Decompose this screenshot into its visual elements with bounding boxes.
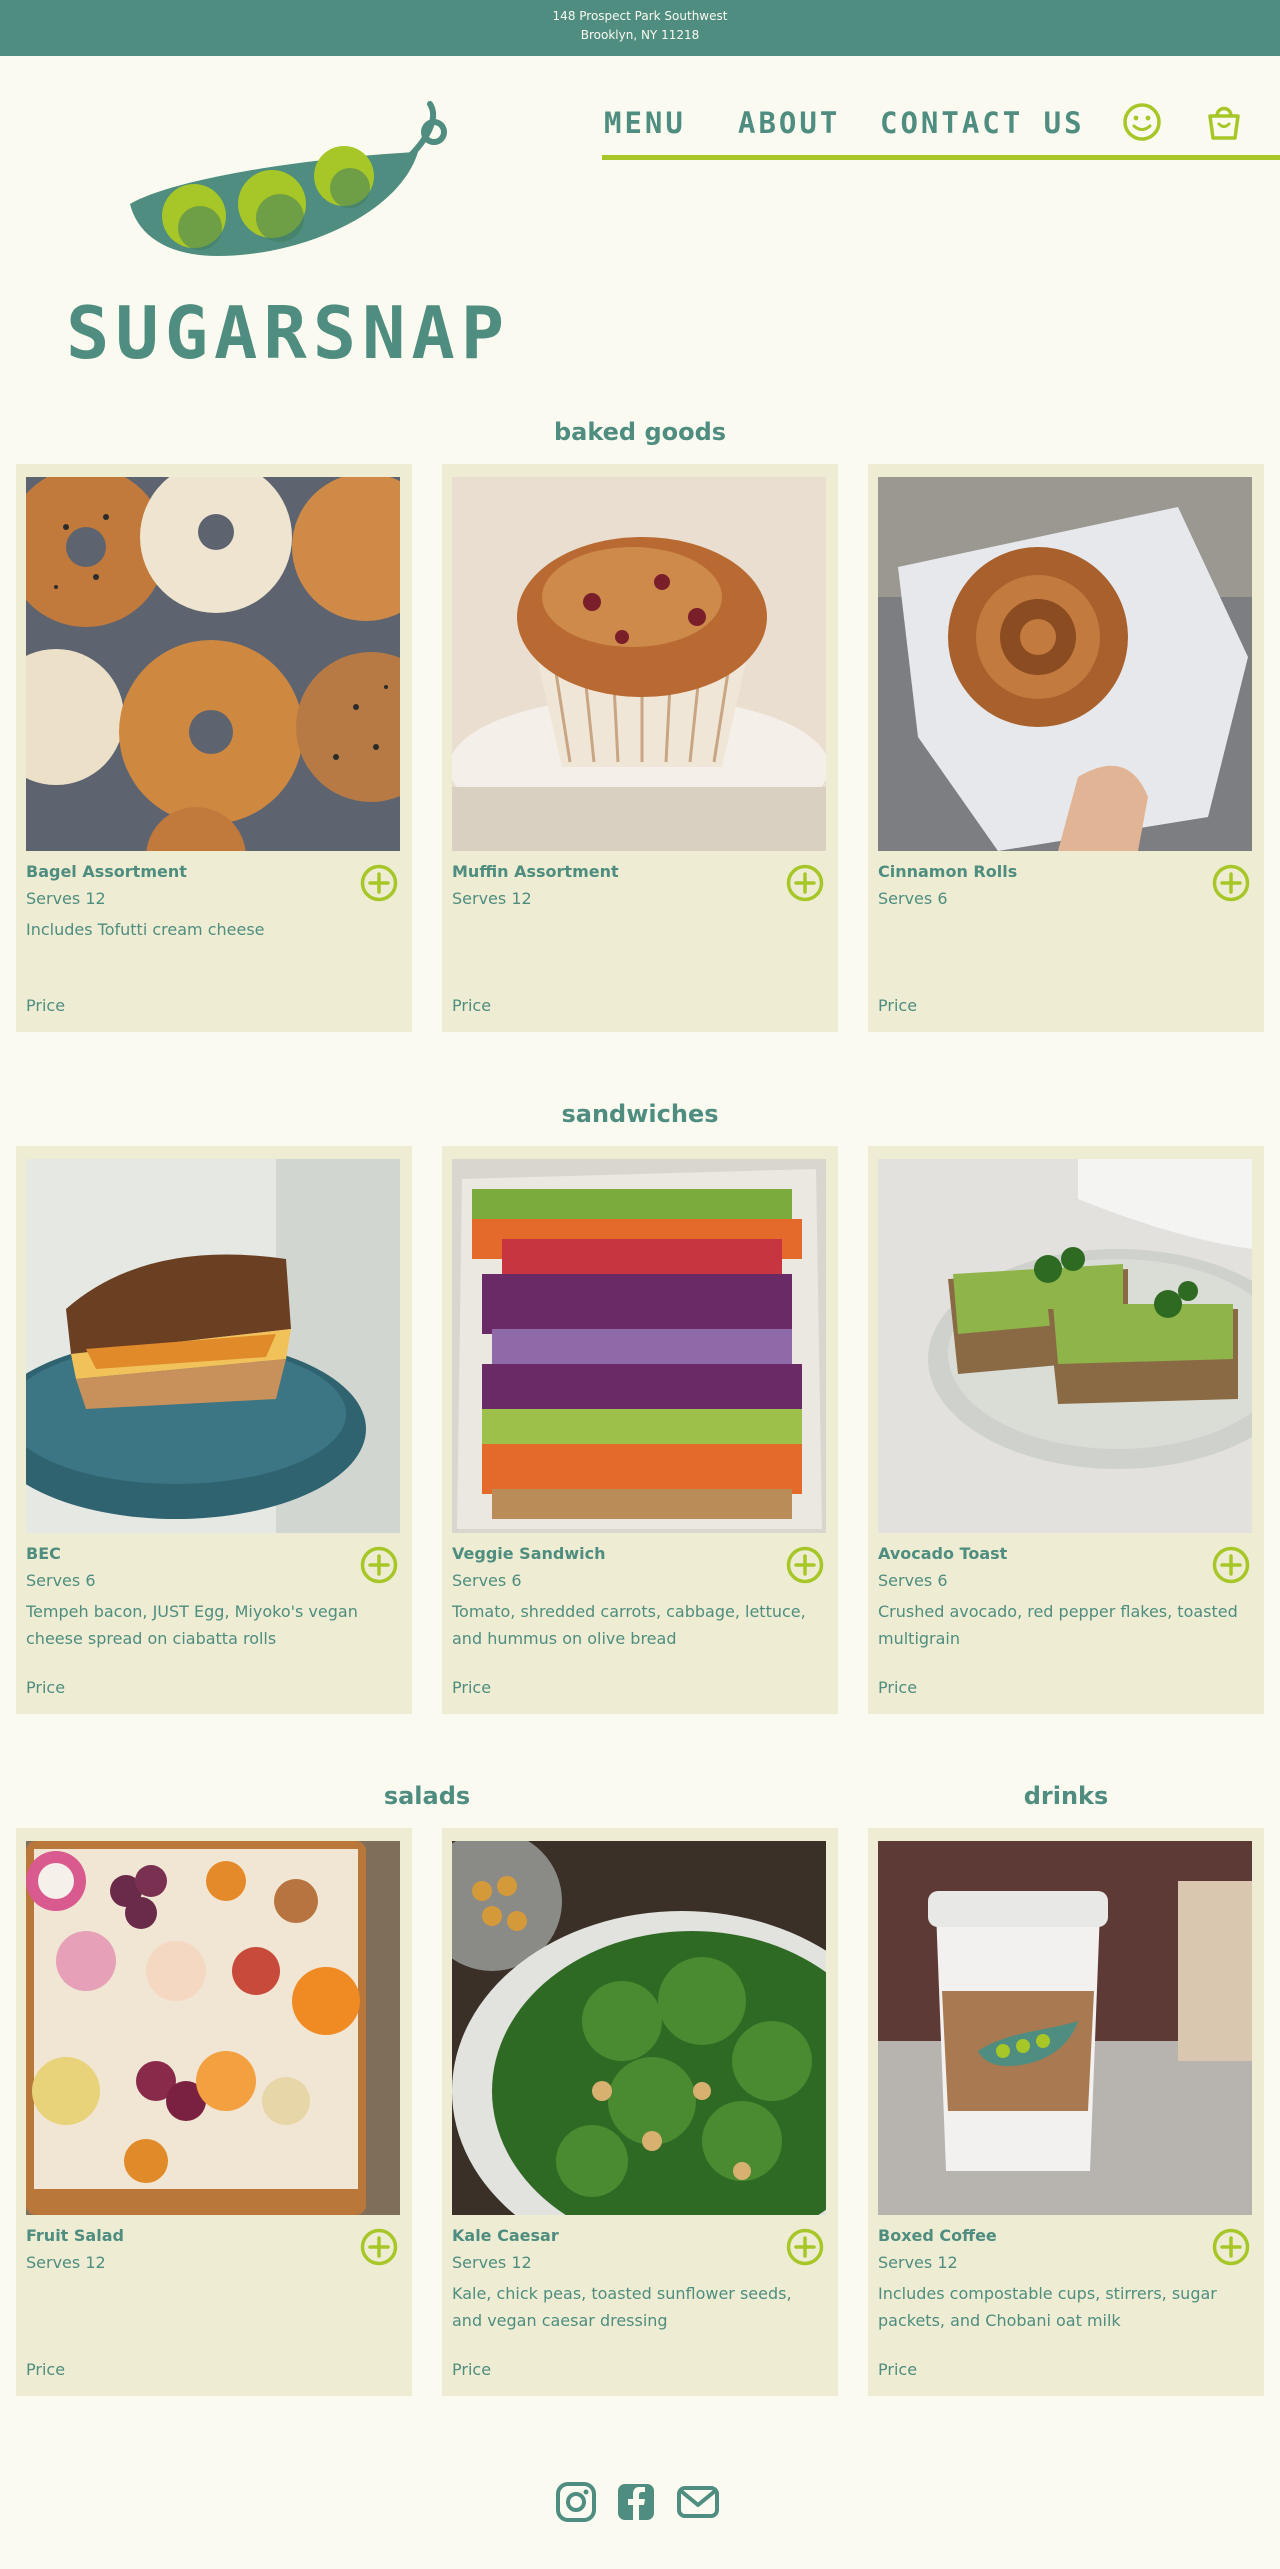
address-line-1: 148 Prospect Park Southwest (552, 9, 728, 23)
item-serves: Serves 6 (26, 1571, 96, 1590)
add-to-cart-icon[interactable] (360, 864, 398, 902)
item-name: Fruit Salad (26, 2226, 124, 2245)
shopping-bag-icon[interactable] (1204, 102, 1244, 142)
item-price: Price (452, 1678, 492, 1697)
item-description: Tomato, shredded carrots, cabbage, lettu… (452, 1602, 806, 1648)
item-serves: Serves 12 (26, 2253, 106, 2272)
add-to-cart-icon[interactable] (1212, 864, 1250, 902)
item-name: Bagel Assortment (26, 862, 187, 881)
pea-pod-logo-icon: SUGARSNAP (66, 101, 510, 375)
item-name: Kale Caesar (452, 2226, 559, 2245)
instagram-icon[interactable] (554, 2480, 598, 2524)
add-to-cart-icon[interactable] (786, 864, 824, 902)
item-price: Price (878, 1678, 918, 1697)
kale-caesar-photo (452, 1841, 826, 2215)
item-price: Price (878, 996, 918, 1015)
address-bar: 148 Prospect Park Southwest Brooklyn, NY… (0, 0, 1280, 56)
add-to-cart-icon[interactable] (786, 1546, 824, 1584)
section-title-drinks: drinks (1023, 1782, 1109, 1810)
menu-card-fruit-salad: Fruit Salad Serves 12 Price (16, 1828, 412, 2396)
menu-card-bec: BEC Serves 6 Tempeh bacon, JUST Egg, Miy… (16, 1146, 412, 1714)
bagel-photo (26, 477, 400, 851)
add-to-cart-icon[interactable] (1212, 1546, 1250, 1584)
facebook-icon[interactable] (614, 2480, 658, 2524)
item-name: Boxed Coffee (878, 2226, 997, 2245)
item-price: Price (452, 996, 492, 1015)
muffin-photo (452, 477, 826, 851)
item-name: Veggie Sandwich (452, 1544, 606, 1563)
item-price: Price (26, 2360, 66, 2379)
menu-card-cinnamon-rolls: Cinnamon Rolls Serves 6 Price (868, 464, 1264, 1032)
add-to-cart-icon[interactable] (786, 2228, 824, 2266)
menu-card-bagel-assortment: Bagel Assortment Serves 12 Includes Tofu… (16, 464, 412, 1032)
item-description: Includes compostable cups, stirrers, sug… (878, 2284, 1217, 2330)
add-to-cart-icon[interactable] (360, 2228, 398, 2266)
menu-card-boxed-coffee: Boxed Coffee Serves 12 Includes composta… (868, 1828, 1264, 2396)
item-description: Includes Tofutti cream cheese (26, 920, 265, 939)
item-price: Price (26, 996, 66, 1015)
item-name: BEC (26, 1544, 61, 1563)
main-nav: MENU ABOUT CONTACT US (602, 98, 1280, 160)
item-name: Muffin Assortment (452, 862, 619, 881)
item-name: Cinnamon Rolls (878, 862, 1018, 881)
menu-card-veggie-sandwich: Veggie Sandwich Serves 6 Tomato, shredde… (442, 1146, 838, 1714)
section-title-baked-goods: baked goods (553, 418, 727, 446)
item-description: Crushed avocado, red pepper flakes, toas… (878, 1602, 1238, 1648)
item-price: Price (26, 1678, 66, 1697)
item-serves: Serves 12 (452, 889, 532, 908)
section-title-sandwiches: sandwiches (561, 1100, 719, 1128)
bec-photo (26, 1159, 400, 1533)
item-price: Price (878, 2360, 918, 2379)
item-serves: Serves 6 (878, 1571, 948, 1590)
add-to-cart-icon[interactable] (360, 1546, 398, 1584)
item-serves: Serves 12 (878, 2253, 958, 2272)
nav-menu[interactable]: MENU (604, 106, 686, 140)
nav-contact-us[interactable]: CONTACT US (880, 106, 1085, 140)
avocado-toast-photo (878, 1159, 1252, 1533)
svg-text:SUGARSNAP: SUGARSNAP (66, 291, 510, 375)
nav-about[interactable]: ABOUT (738, 106, 840, 140)
menu-card-kale-caesar: Kale Caesar Serves 12 Kale, chick peas, … (442, 1828, 838, 2396)
item-serves: Serves 6 (452, 1571, 522, 1590)
smiley-icon[interactable] (1122, 102, 1162, 142)
item-description: Tempeh bacon, JUST Egg, Miyoko's vegan c… (26, 1602, 358, 1648)
cinnamon-roll-photo (878, 477, 1252, 851)
item-description: Kale, chick peas, toasted sunflower seed… (452, 2284, 792, 2330)
mail-icon[interactable] (676, 2480, 720, 2524)
item-name: Avocado Toast (878, 1544, 1008, 1563)
sugarsnap-logo[interactable]: SUGARSNAP (58, 96, 518, 376)
add-to-cart-icon[interactable] (1212, 2228, 1250, 2266)
item-serves: Serves 12 (26, 889, 106, 908)
veggie-sandwich-photo (452, 1159, 826, 1533)
fruit-salad-photo (26, 1841, 400, 2215)
boxed-coffee-photo (878, 1841, 1252, 2215)
menu-card-muffin-assortment: Muffin Assortment Serves 12 Price (442, 464, 838, 1032)
section-title-salads: salads (383, 1782, 471, 1810)
item-serves: Serves 12 (452, 2253, 532, 2272)
item-price: Price (452, 2360, 492, 2379)
menu-card-avocado-toast: Avocado Toast Serves 6 Crushed avocado, … (868, 1146, 1264, 1714)
address-line-2: Brooklyn, NY 11218 (580, 28, 700, 42)
item-serves: Serves 6 (878, 889, 948, 908)
